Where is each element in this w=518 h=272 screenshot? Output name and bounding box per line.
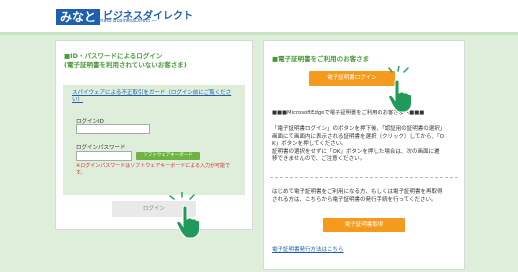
first-time-notice-line: される方は、こちらから電子証明書の発行手続を行ってください。 (272, 196, 437, 203)
edge-notice-line: 画面にて画面内に表示される証明書を選択（クリック）してから、「O (272, 133, 444, 140)
password-warning: ※ログインパスワードはソフトウェアキーボードによる入力が可能です。 (76, 163, 231, 176)
cert-issue-button[interactable]: 電子証明書取得 (323, 218, 405, 232)
login-id-input[interactable] (76, 124, 150, 134)
right-panel-title: ■電子証明書をご利用のお客さま (272, 55, 370, 63)
divider (270, 177, 458, 178)
edge-notice-line: 証明書の選択をせずに「OK」ボタンを押した場合は、次の画面に遷 (272, 148, 440, 155)
logo-english-text: ― Minato BusinessDirect ― (88, 18, 157, 24)
spyware-guard-link[interactable]: スパイウェアによる不正取引をガード（ログイン前にご覧ください） (72, 90, 238, 104)
hand-pointer-icon (176, 205, 202, 244)
edge-notice-heading: ■■■MicrosoftEdgeで電子証明書をご利用のお客さまへ■■■ (272, 110, 425, 116)
hand-pointer-icon (388, 79, 414, 118)
software-keyboard-button[interactable]: ソフトウェアキーボード (136, 152, 200, 160)
first-time-notice-line: はじめて電子証明書をご利用になる方、もしくは電子証明書を再取得 (272, 189, 443, 195)
edge-notice-line: 移できませんので、ご注意ください。 (272, 156, 366, 162)
left-panel-title: ■ID・パスワードによるログイン (64, 52, 163, 60)
left-panel-subtitle: (電子証明書を利用されていないお客さま) (64, 61, 187, 69)
password-label: ログインパスワード (76, 145, 126, 151)
edge-notice-line: K」ボタンを押してください。 (272, 141, 347, 147)
cert-issue-howto-link[interactable]: 電子証明書発行方法はこちら (272, 245, 344, 253)
cert-login-button[interactable]: 電子証明書ログイン (309, 71, 395, 86)
edge-notice-line: 「電子証明書ログイン」のボタンを押下後、「認証用の証明書の選択」 (272, 126, 446, 132)
password-input[interactable] (76, 151, 132, 161)
site-header: みなと ビジネスダイレクト ― Minato BusinessDirect ― (0, 0, 518, 35)
